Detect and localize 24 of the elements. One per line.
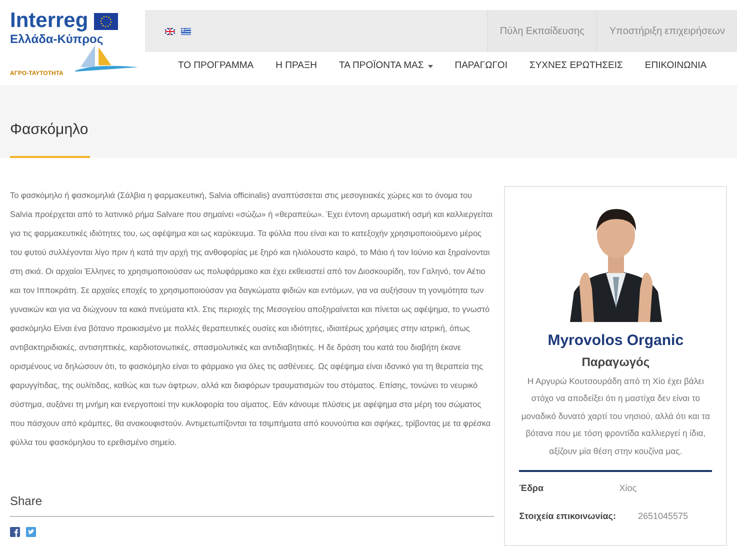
nav-link[interactable]: ΤΟ ΠΡΟΓΡΑΜΜΑ — [178, 58, 254, 74]
twitter-icon[interactable] — [26, 527, 36, 537]
detail-value: Χίος — [619, 482, 637, 495]
nav-link[interactable]: ΤΑ ΠΡΟΪΟΝΤΑ ΜΑΣ — [339, 58, 433, 74]
detail-value: 2651045575 — [638, 510, 688, 522]
logo-subtitle: Ελλάδα-Κύπρος — [10, 32, 104, 46]
caret-icon — [428, 64, 433, 68]
article-text: Το φασκόμηλο ή φασκομηλιά (Σάλβια η φαρμακευτική, Salvia officinalis) αναπτύσσεται στις μεσογειακές χώρες και το όνομα του Salvia προέρχεται από το λατινικό ρήμα Salvare που σημαίνει «σώζω» ή «θεραπεύω». Έχει έντονη αρωματική οσμή και καλλιεργείται για τις φαρμακευτικές ιδιότητες του, ως αφέψημα και ως καρύκευμα. Τα φύλλα που είναι και το κατεξοχήν χρησιμοποιούμενο μέρος του φυτού συλλέγονται λίγο πριν ή κατά την αρχή της ανθοφορίας με ξηρό και ηλιόλουστο καιρό, το Μάιο ή τον Ιούνιο και ξηραίνονται στη σκιά. Οι αρχαίοι Έλληνες το χρησιμοποιούσαν ως πολυφάρμακο και έχει εκθειαστεί από τον Διοσκουρίδη, τον Γαληνό, τον Αέτιο και τον Ιπποκράτη. Σε αρχαίες εποχές το χρησιμοποιούσαν για δαγκώματα φιδιών και εντόμων, για να αυξήσουν τη γονιμότητα των γυναικών και για να διώχνουν τα κακά πνεύματα κτλ. Στις περιοχές της Μεσογείου αποξηραίνεται και πίνεται ως αφέψημα, το γνωστό φασκόμηλο Είναι ένα βότανο προικισμένο με πολλές θεραπευτικές ουσίες και ιδιότητες, ιδιαιτέρως χρήσιμες στην ιατρική, όπως αντιβακτηριδιακές, αντισηπτικές, καρδιοτονωτικές, σπασμολυτικές και αντιδιαβητικές. Η δε δράση του κατά του διαβήτη έκανε ορισμένους να δηλώσουν ότι, το φασκόμηλο είναι το φάρμακο για όλες τις ασθένειες. Ως αφέψημα είναι ιδανικό για τη θεραπεία της φαρυγγίτιδας, της ουλίτιδας, καθώς και των άφτρων, αλλά και διαφόρων τραυματισμών του στόματος. Επίσης, τονώνει το νευρικό σύστημα, αυξάνει τη μνήμη και ενεργοποιεί την κυκλοφορία του αίματος. Εάν κάνουμε πλύσεις με αφέψημα στα μέρη του σώματος που πάσχουν από κράμπες, θα ανακουφιστούν. Αντιμετωπίζονται τα τσιμπήματα από κουνούπια και σφήκες, τρίβοντας με τα φρέσκα φύλλα του φασκόμηλου το ερεθισμένο σημείο. — [10, 190, 494, 449]
nav-link[interactable]: ΣΥΧΝΕΣ ΕΡΩΤΗΣΕΙΣ — [529, 58, 623, 74]
greek-flag-icon[interactable] — [181, 28, 191, 34]
detail-label: Έδρα — [519, 482, 545, 495]
facebook-icon[interactable] — [10, 527, 20, 537]
producer-name: Myrovolos Organic — [548, 331, 684, 351]
nav-link[interactable]: ΠΑΡΑΓΩΓΟΙ — [454, 58, 508, 74]
detail-label: Στοιχεία επικοινωνίας: — [519, 510, 616, 523]
producer-role: Παραγωγός — [582, 354, 650, 370]
eu-flag-icon — [94, 12, 118, 30]
page-title: Φασκόμηλο — [10, 120, 90, 140]
producer-bio: Η Αργυρώ Κουτσουράδη από τη Χίο έχει βάλει στόχο να αποδείξει ότι η μαστίχα δεν είναι το μοναδικό δυνατό χαρτί του νησιού, αλλά ότι και τα βότανα που με τόση φροντίδα καλλιεργεί η ίδια, αξίζουν μία θέση στην κουζίνα μας. — [520, 374, 711, 458]
nav-link[interactable]: ΕΠΙΚΟΙΝΩΝΙΑ — [644, 58, 707, 74]
share-heading: Share — [10, 492, 494, 517]
nav-link[interactable]: Η ΠΡΑΞΗ — [276, 58, 317, 74]
uk-flag-icon[interactable] — [165, 28, 175, 34]
logo-title: Interreg — [10, 10, 88, 32]
